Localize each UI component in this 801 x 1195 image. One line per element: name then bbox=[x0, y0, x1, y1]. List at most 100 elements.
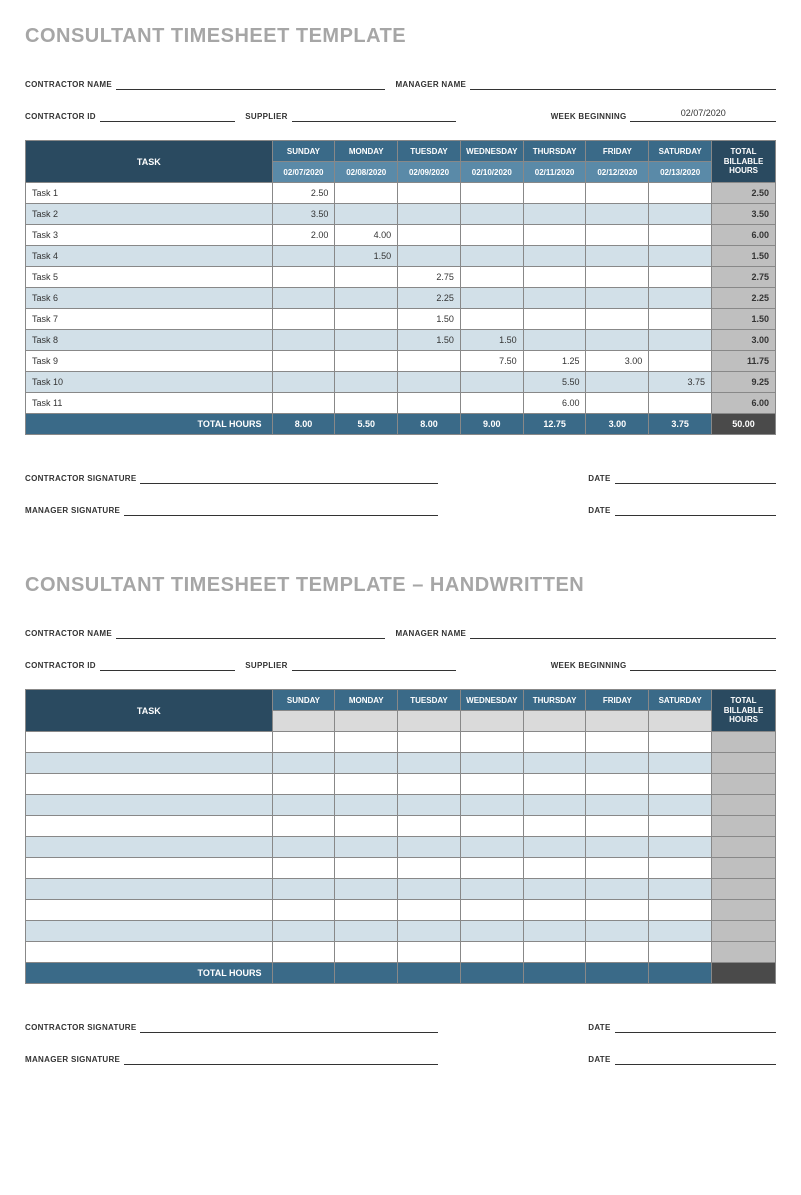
hours-cell[interactable] bbox=[523, 267, 586, 288]
hours-cell[interactable] bbox=[523, 288, 586, 309]
hours-cell[interactable] bbox=[335, 309, 398, 330]
task-cell[interactable] bbox=[26, 795, 273, 816]
hours-cell[interactable] bbox=[335, 288, 398, 309]
hours-cell[interactable] bbox=[335, 204, 398, 225]
hours-cell[interactable]: 3.75 bbox=[649, 372, 712, 393]
hours-cell[interactable] bbox=[460, 753, 523, 774]
hours-cell[interactable] bbox=[335, 837, 398, 858]
hours-cell[interactable] bbox=[523, 753, 586, 774]
hours-cell[interactable] bbox=[272, 795, 335, 816]
hours-cell[interactable] bbox=[649, 879, 712, 900]
hours-cell[interactable] bbox=[272, 942, 335, 963]
hours-cell[interactable] bbox=[586, 858, 649, 879]
hours-cell[interactable] bbox=[460, 879, 523, 900]
task-cell[interactable]: Task 9 bbox=[26, 351, 273, 372]
manager-name-input[interactable] bbox=[470, 625, 776, 639]
hours-cell[interactable] bbox=[335, 900, 398, 921]
hours-cell[interactable] bbox=[523, 816, 586, 837]
supplier-input[interactable] bbox=[292, 108, 456, 122]
hours-cell[interactable] bbox=[272, 393, 335, 414]
hours-cell[interactable] bbox=[586, 393, 649, 414]
date-input[interactable] bbox=[615, 1019, 776, 1033]
contractor-name-input[interactable] bbox=[116, 625, 385, 639]
hours-cell[interactable] bbox=[272, 837, 335, 858]
task-cell[interactable]: Task 1 bbox=[26, 183, 273, 204]
task-cell[interactable]: Task 4 bbox=[26, 246, 273, 267]
date-input[interactable] bbox=[615, 470, 776, 484]
task-cell[interactable] bbox=[26, 732, 273, 753]
hours-cell[interactable] bbox=[649, 942, 712, 963]
manager-sig-input[interactable] bbox=[124, 502, 438, 516]
hours-cell[interactable] bbox=[335, 753, 398, 774]
hours-cell[interactable] bbox=[272, 858, 335, 879]
hours-cell[interactable] bbox=[460, 267, 523, 288]
hours-cell[interactable]: 2.00 bbox=[272, 225, 335, 246]
hours-cell[interactable] bbox=[272, 879, 335, 900]
date-input[interactable] bbox=[615, 502, 776, 516]
contractor-sig-input[interactable] bbox=[140, 1019, 438, 1033]
task-cell[interactable] bbox=[26, 816, 273, 837]
task-cell[interactable] bbox=[26, 774, 273, 795]
hours-cell[interactable] bbox=[649, 921, 712, 942]
hours-cell[interactable]: 2.50 bbox=[272, 183, 335, 204]
hours-cell[interactable] bbox=[272, 921, 335, 942]
hours-cell[interactable] bbox=[460, 204, 523, 225]
hours-cell[interactable] bbox=[649, 753, 712, 774]
hours-cell[interactable]: 1.50 bbox=[335, 246, 398, 267]
task-cell[interactable]: Task 5 bbox=[26, 267, 273, 288]
hours-cell[interactable] bbox=[586, 816, 649, 837]
hours-cell[interactable] bbox=[586, 753, 649, 774]
hours-cell[interactable] bbox=[272, 288, 335, 309]
task-cell[interactable] bbox=[26, 858, 273, 879]
hours-cell[interactable] bbox=[586, 267, 649, 288]
hours-cell[interactable] bbox=[523, 330, 586, 351]
hours-cell[interactable] bbox=[649, 204, 712, 225]
hours-cell[interactable] bbox=[649, 858, 712, 879]
hours-cell[interactable] bbox=[649, 351, 712, 372]
hours-cell[interactable] bbox=[523, 942, 586, 963]
task-cell[interactable] bbox=[26, 942, 273, 963]
hours-cell[interactable] bbox=[272, 267, 335, 288]
hours-cell[interactable] bbox=[523, 837, 586, 858]
hours-cell[interactable] bbox=[586, 900, 649, 921]
hours-cell[interactable] bbox=[649, 774, 712, 795]
hours-cell[interactable] bbox=[272, 774, 335, 795]
hours-cell[interactable]: 1.25 bbox=[523, 351, 586, 372]
hours-cell[interactable] bbox=[398, 372, 461, 393]
hours-cell[interactable] bbox=[586, 774, 649, 795]
task-cell[interactable]: Task 2 bbox=[26, 204, 273, 225]
hours-cell[interactable] bbox=[460, 942, 523, 963]
hours-cell[interactable] bbox=[460, 372, 523, 393]
hours-cell[interactable] bbox=[272, 732, 335, 753]
hours-cell[interactable] bbox=[649, 309, 712, 330]
hours-cell[interactable] bbox=[649, 837, 712, 858]
hours-cell[interactable] bbox=[398, 942, 461, 963]
hours-cell[interactable] bbox=[523, 858, 586, 879]
hours-cell[interactable] bbox=[398, 795, 461, 816]
hours-cell[interactable] bbox=[398, 816, 461, 837]
hours-cell[interactable] bbox=[272, 246, 335, 267]
hours-cell[interactable] bbox=[586, 372, 649, 393]
hours-cell[interactable] bbox=[586, 288, 649, 309]
hours-cell[interactable] bbox=[335, 351, 398, 372]
hours-cell[interactable] bbox=[335, 183, 398, 204]
hours-cell[interactable] bbox=[398, 858, 461, 879]
hours-cell[interactable]: 7.50 bbox=[460, 351, 523, 372]
hours-cell[interactable] bbox=[335, 921, 398, 942]
task-cell[interactable]: Task 11 bbox=[26, 393, 273, 414]
hours-cell[interactable] bbox=[398, 753, 461, 774]
hours-cell[interactable] bbox=[335, 393, 398, 414]
hours-cell[interactable]: 4.00 bbox=[335, 225, 398, 246]
hours-cell[interactable] bbox=[460, 858, 523, 879]
hours-cell[interactable] bbox=[335, 267, 398, 288]
hours-cell[interactable] bbox=[649, 816, 712, 837]
hours-cell[interactable] bbox=[398, 183, 461, 204]
hours-cell[interactable] bbox=[398, 837, 461, 858]
hours-cell[interactable] bbox=[272, 900, 335, 921]
hours-cell[interactable] bbox=[523, 795, 586, 816]
task-cell[interactable] bbox=[26, 921, 273, 942]
hours-cell[interactable] bbox=[649, 900, 712, 921]
hours-cell[interactable]: 2.75 bbox=[398, 267, 461, 288]
hours-cell[interactable] bbox=[460, 816, 523, 837]
hours-cell[interactable] bbox=[586, 795, 649, 816]
